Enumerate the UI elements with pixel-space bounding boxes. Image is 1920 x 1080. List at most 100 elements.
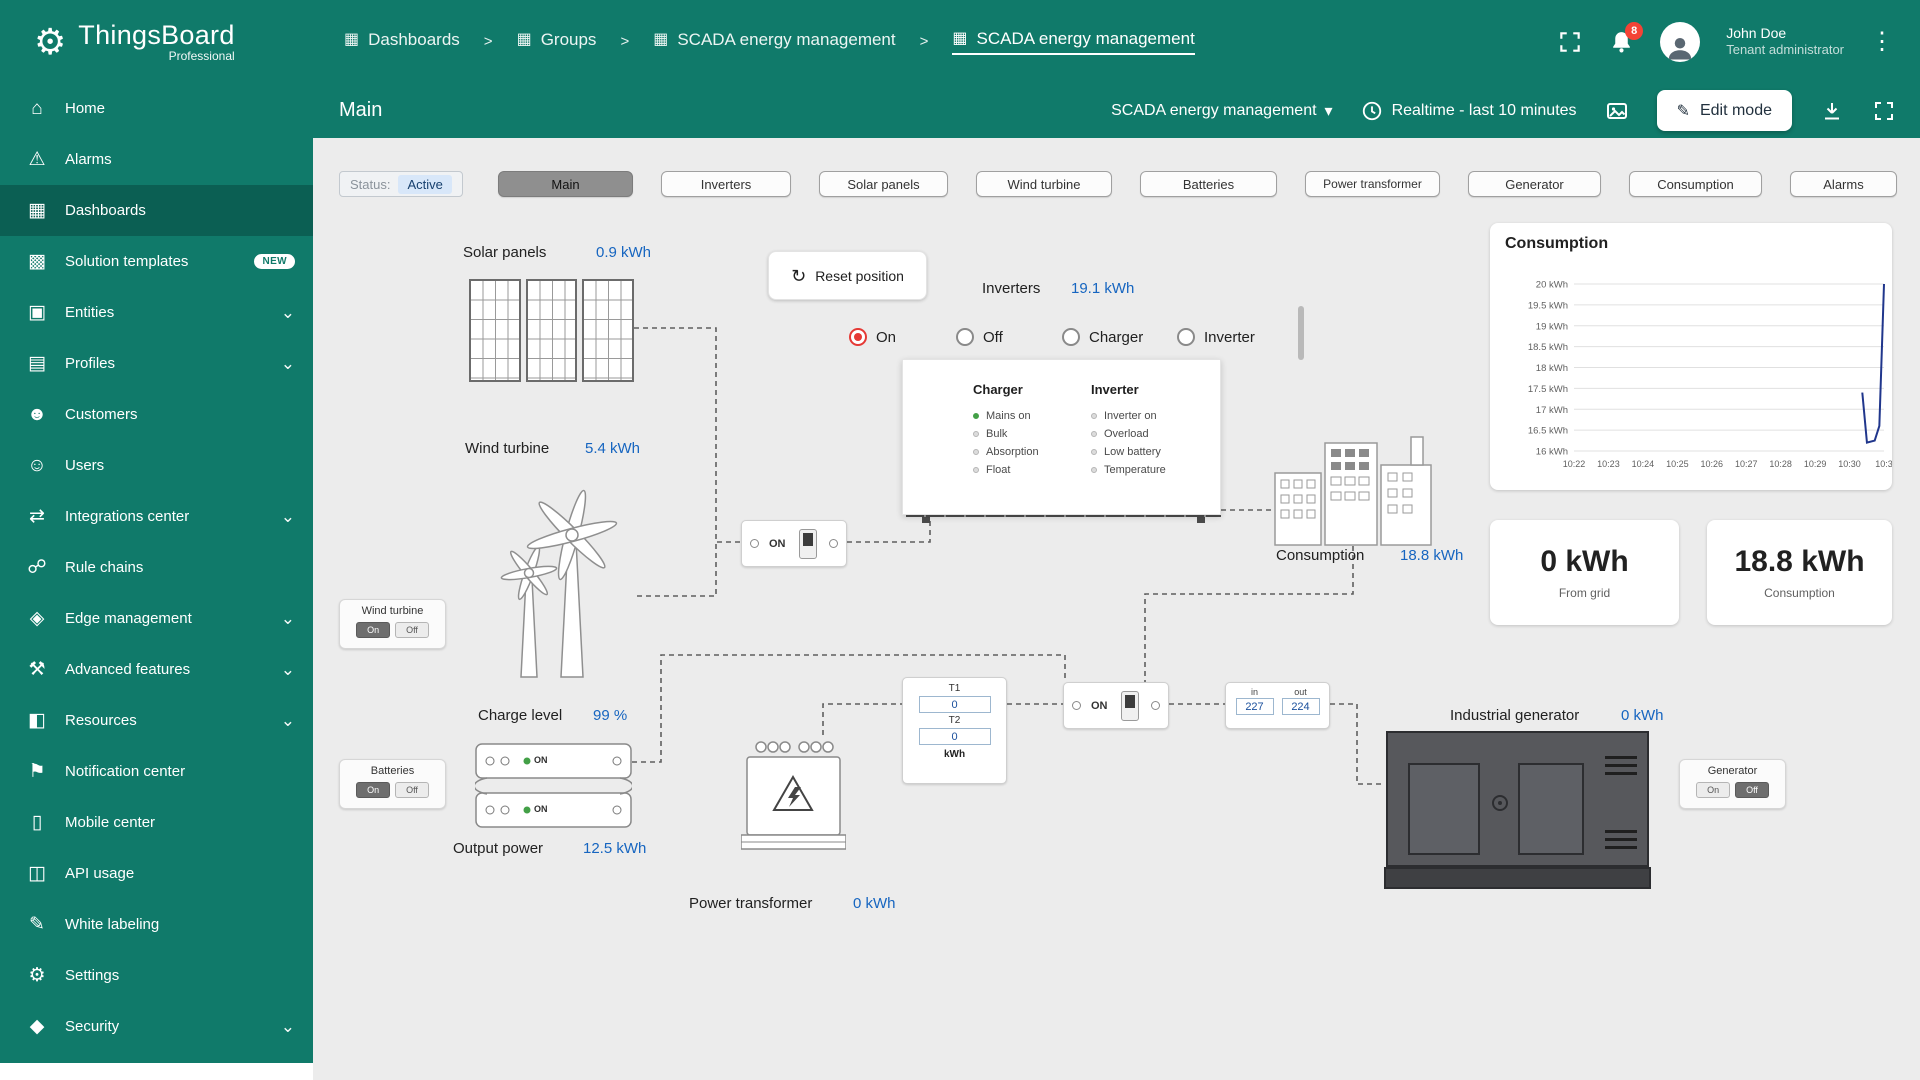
tab-wind-turbine[interactable]: Wind turbine [976, 171, 1112, 197]
breadcrumb-groups[interactable]: ▦ Groups [517, 30, 597, 54]
out-voltage-input[interactable]: 224 [1282, 698, 1320, 715]
dashboard-state-title: Main [339, 99, 382, 122]
svg-text:10:27: 10:27 [1735, 459, 1758, 469]
mobile-center-icon: ▯ [24, 811, 50, 834]
sidebar-item-settings[interactable]: ⚙ Settings [0, 950, 313, 1001]
download-button[interactable] [1820, 99, 1844, 123]
switch-toggle-handle[interactable] [1121, 691, 1139, 721]
inverter-input-switch[interactable]: ON [741, 520, 847, 567]
t2-input[interactable]: 0 [919, 728, 991, 745]
tab-generator[interactable]: Generator [1468, 171, 1601, 197]
user-avatar[interactable] [1660, 22, 1700, 62]
power-transformer-graphic [741, 735, 846, 851]
svg-text:16.5 kWh: 16.5 kWh [1528, 426, 1568, 437]
toolbar-fullscreen-button[interactable] [1872, 99, 1896, 123]
status-dot [973, 413, 979, 419]
radio-off[interactable]: Off [956, 328, 1003, 346]
person-icon [1665, 32, 1695, 62]
sidebar-item-customers[interactable]: ☻ Customers [0, 389, 313, 440]
breadcrumb-dashboards[interactable]: ▦ Dashboards [344, 30, 460, 54]
timewindow-button[interactable]: Realtime - last 10 minutes [1361, 100, 1577, 122]
brand-edition: Professional [78, 49, 234, 63]
generator-off-button[interactable]: Off [1735, 782, 1769, 798]
sidebar-item-security[interactable]: ◆ Security ⌄ [0, 1001, 313, 1052]
sidebar-item-api-usage[interactable]: ◫ API usage [0, 848, 313, 899]
chevron-down-icon: ⌄ [281, 609, 295, 629]
chevron-down-icon: ⌄ [281, 1017, 295, 1037]
tab-consumption[interactable]: Consumption [1629, 171, 1762, 197]
tab-batteries[interactable]: Batteries [1140, 171, 1277, 197]
security-shield-icon: ◆ [24, 1015, 50, 1038]
breadcrumb-scada-dashboard-current[interactable]: ▦ SCADA energy management [952, 29, 1194, 55]
sidebar-item-alarms[interactable]: ⚠ Alarms [0, 134, 313, 185]
sidebar-nav: ⌂ Home ⚠ Alarms ▦ Dashboards ▩ Solution … [0, 83, 313, 1080]
consumption-total-label: Consumption [1764, 586, 1835, 600]
header-overflow-menu-button[interactable]: ⋮ [1870, 27, 1894, 56]
header-actions: 8 John Doe Tenant administrator ⋮ [1557, 22, 1894, 62]
sidebar-item-notification-center[interactable]: ⚑ Notification center [0, 746, 313, 797]
sidebar-item-entities[interactable]: ▣ Entities ⌄ [0, 287, 313, 338]
radio-charger[interactable]: Charger [1062, 328, 1143, 346]
toggle-card-label: Wind turbine [362, 605, 424, 617]
reset-position-button[interactable]: ↻ Reset position [768, 251, 927, 300]
connector-pin [1151, 701, 1160, 710]
edge-management-icon: ◈ [24, 607, 50, 630]
sidebar-item-advanced-features[interactable]: ⚒ Advanced features ⌄ [0, 644, 313, 695]
radio-inverter[interactable]: Inverter [1177, 328, 1255, 346]
tab-alarms[interactable]: Alarms [1790, 171, 1897, 197]
radio-icon [956, 328, 974, 346]
notifications-button[interactable]: 8 [1609, 29, 1634, 54]
more-vert-icon: ⋮ [1870, 27, 1894, 56]
in-voltage-input[interactable]: 227 [1236, 698, 1274, 715]
sidebar-item-users[interactable]: ☺ Users [0, 440, 313, 491]
image-icon [1605, 99, 1629, 123]
sidebar-item-edge-management[interactable]: ◈ Edge management ⌄ [0, 593, 313, 644]
radio-icon [849, 328, 867, 346]
battery-bank-graphic: ON ON [475, 741, 632, 830]
generator-vents-icon [1605, 825, 1637, 854]
status-dot [1091, 431, 1097, 437]
header-fullscreen-button[interactable] [1557, 29, 1583, 55]
sidebar-item-white-labeling[interactable]: ✎ White labeling [0, 899, 313, 950]
sidebar-item-dashboards[interactable]: ▦ Dashboards [0, 185, 313, 236]
radio-on[interactable]: On [849, 328, 896, 346]
widget-scrollbar[interactable] [1298, 306, 1304, 360]
tab-power-transformer[interactable]: Power transformer [1305, 171, 1440, 197]
output-power-label: Output power [453, 840, 543, 857]
wind-on-button[interactable]: On [356, 622, 390, 638]
tab-main[interactable]: Main [498, 171, 633, 197]
generator-on-button[interactable]: On [1696, 782, 1730, 798]
tab-solar-panels[interactable]: Solar panels [819, 171, 948, 197]
output-power-value: 12.5 kWh [583, 840, 646, 857]
svg-text:10:3: 10:3 [1875, 459, 1892, 469]
power-transformer-value: 0 kWh [853, 895, 896, 912]
batteries-off-button[interactable]: Off [395, 782, 429, 798]
brand-name: ThingsBoard [78, 20, 234, 51]
t1-input[interactable]: 0 [919, 696, 991, 713]
power-transformer-label: Power transformer [689, 895, 812, 912]
sidebar-item-resources[interactable]: ◧ Resources ⌄ [0, 695, 313, 746]
thingsboard-logo[interactable]: ⚙ ThingsBoard Professional [34, 20, 304, 63]
fullscreen-icon [1872, 99, 1896, 123]
tab-inverters[interactable]: Inverters [661, 171, 791, 197]
wind-off-button[interactable]: Off [395, 622, 429, 638]
sidebar-item-integrations-center[interactable]: ⇄ Integrations center ⌄ [0, 491, 313, 542]
sidebar-item-profiles[interactable]: ▤ Profiles ⌄ [0, 338, 313, 389]
user-info: John Doe Tenant administrator [1726, 24, 1844, 59]
image-export-button[interactable] [1605, 99, 1629, 123]
switch-toggle-handle[interactable] [799, 529, 817, 559]
sidebar-item-rule-chains[interactable]: ☍ Rule chains [0, 542, 313, 593]
solar-panels-value: 0.9 kWh [596, 244, 651, 261]
grid-switch[interactable]: ON [1063, 682, 1169, 729]
sidebar-item-solution-templates[interactable]: ▩ Solution templates NEW [0, 236, 313, 287]
chevron-down-icon: ⌄ [281, 354, 295, 374]
toggle-card-label: Batteries [371, 765, 414, 777]
dashboard-select[interactable]: SCADA energy management ▾ [1111, 101, 1332, 121]
sidebar-item-home[interactable]: ⌂ Home [0, 83, 313, 134]
edit-mode-button[interactable]: ✎ Edit mode [1657, 90, 1792, 131]
download-icon [1820, 99, 1844, 123]
legend-item: Absorption [973, 443, 1069, 461]
breadcrumb-scada-group[interactable]: ▦ SCADA energy management [653, 30, 895, 54]
sidebar-item-mobile-center[interactable]: ▯ Mobile center [0, 797, 313, 848]
batteries-on-button[interactable]: On [356, 782, 390, 798]
